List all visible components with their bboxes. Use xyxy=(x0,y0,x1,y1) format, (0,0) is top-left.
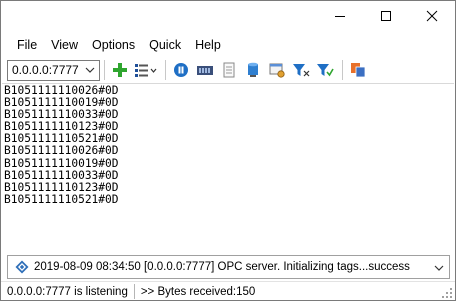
status-bytes-received: >> Bytes received:150 xyxy=(140,285,256,298)
status-listening: 0.0.0.0:7777 is listening xyxy=(7,285,128,298)
copy-button[interactable] xyxy=(347,59,369,81)
toolbar-separator xyxy=(342,60,343,80)
filter-icon xyxy=(293,64,310,77)
maximize-icon xyxy=(381,11,391,21)
log-line: B1051111110019#0D xyxy=(4,156,119,170)
menu-options[interactable]: Options xyxy=(85,35,142,55)
status-bar: 0.0.0.0:7777 is listening >> Bytes recei… xyxy=(1,281,455,301)
connection-button[interactable] xyxy=(194,59,216,81)
settings-window-button[interactable] xyxy=(266,59,288,81)
stop-button[interactable] xyxy=(170,59,192,81)
resize-grip-icon[interactable] xyxy=(441,287,453,299)
menu-help[interactable]: Help xyxy=(188,35,228,55)
stop-icon xyxy=(174,63,188,77)
minimize-button[interactable] xyxy=(317,1,363,31)
connection-icon xyxy=(197,66,213,75)
database-button[interactable] xyxy=(242,59,264,81)
title-bar xyxy=(1,1,455,31)
chevron-down-icon xyxy=(434,265,444,271)
address-value: 0.0.0.0:7777 xyxy=(12,62,79,77)
menu-file[interactable]: File xyxy=(10,35,44,55)
menu-quick[interactable]: Quick xyxy=(142,35,188,55)
event-text: 2019-08-09 08:34:50 [0.0.0.0:7777] OPC s… xyxy=(34,261,410,273)
document-icon xyxy=(223,62,235,78)
add-icon xyxy=(113,63,127,77)
filter-clear-button[interactable] xyxy=(314,59,336,81)
copy-icon xyxy=(351,63,366,78)
add-button[interactable] xyxy=(109,59,131,81)
list-options-button[interactable] xyxy=(133,59,159,81)
info-diamond-icon xyxy=(15,260,29,274)
address-select[interactable]: 0.0.0.0:7777 xyxy=(7,59,100,81)
list-options-icon xyxy=(135,64,157,77)
chevron-down-icon xyxy=(85,67,95,73)
event-log-select[interactable]: 2019-08-09 08:34:50 [0.0.0.0:7777] OPC s… xyxy=(7,255,450,279)
maximize-button[interactable] xyxy=(363,1,409,31)
toolbar-separator xyxy=(104,60,105,80)
filter-clear-icon xyxy=(317,64,334,77)
toolbar-separator xyxy=(165,60,166,80)
database-icon xyxy=(248,62,258,77)
settings-window-icon xyxy=(269,63,285,78)
log-output[interactable]: B1051111110026#0D B1051111110019#0D B105… xyxy=(2,83,454,251)
close-button[interactable] xyxy=(409,1,455,31)
menu-bar: File View Options Quick Help xyxy=(1,35,455,55)
app-window: File View Options Quick Help 0.0.0.0:777… xyxy=(0,0,456,301)
close-icon xyxy=(426,10,438,22)
log-line: B1051111110033#0D xyxy=(4,168,119,182)
filter-button[interactable] xyxy=(290,59,312,81)
log-line: B1051111110521#0D xyxy=(4,192,119,206)
log-line: B1051111110026#0D xyxy=(4,144,119,158)
document-button[interactable] xyxy=(218,59,240,81)
menu-view[interactable]: View xyxy=(44,35,85,55)
toolbar: 0.0.0.0:7777 xyxy=(1,58,455,82)
minimize-icon xyxy=(335,16,345,17)
